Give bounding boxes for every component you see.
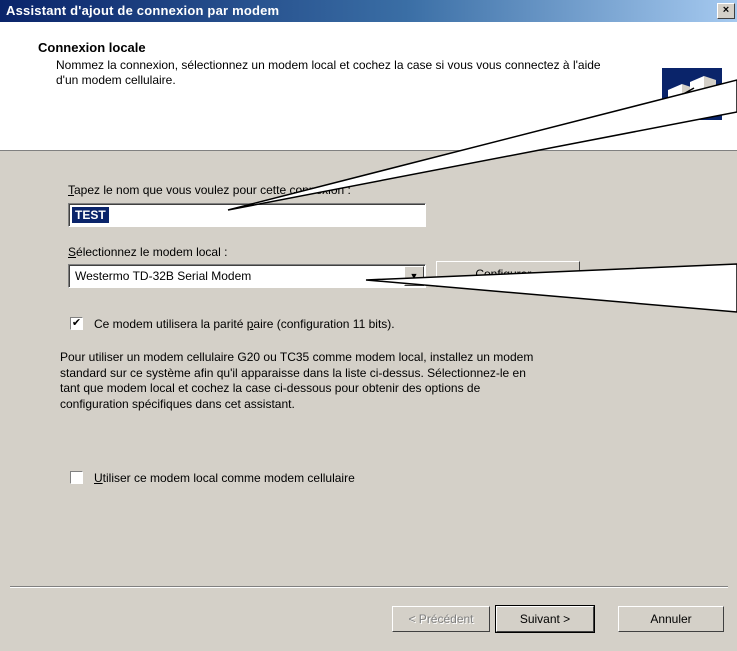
- close-button[interactable]: ×: [717, 3, 735, 19]
- cellular-checkbox-label[interactable]: Utiliser ce modem local comme modem cell…: [94, 471, 355, 485]
- network-connection-icon: [662, 68, 722, 120]
- previous-button[interactable]: < Précédent: [392, 606, 490, 632]
- modem-label-accesskey: S: [68, 245, 77, 259]
- modem-select[interactable]: Westermo TD-32B Serial Modem ▼: [68, 264, 426, 288]
- next-button-label: Suivant >: [519, 612, 571, 626]
- modem-select-value: Westermo TD-32B Serial Modem: [75, 269, 252, 283]
- modem-select-label: Sélectionnez le modem local :: [68, 245, 227, 259]
- next-button[interactable]: Suivant >: [495, 605, 595, 633]
- parity-checkbox-label[interactable]: Ce modem utilisera la parité paire (conf…: [94, 317, 395, 331]
- cellular-label-accesskey: U: [94, 471, 103, 485]
- parity-label-suffix: aire (configuration 11 bits).: [253, 317, 395, 331]
- cancel-button-label: Annuler: [650, 612, 692, 626]
- connection-name-input[interactable]: TEST: [68, 203, 426, 227]
- connection-name-label: Tapez le nom que vous voulez pour cette …: [68, 183, 351, 197]
- cellular-checkbox[interactable]: [70, 471, 83, 484]
- window-title: Assistant d'ajout de connexion par modem: [6, 3, 280, 18]
- header-subtitle: Nommez la connexion, sélectionnez un mod…: [56, 58, 601, 87]
- configure-button-label: Configurer...: [475, 267, 541, 281]
- previous-button-label: < Précédent: [408, 612, 474, 626]
- cancel-button[interactable]: Annuler: [618, 606, 724, 632]
- parity-checkbox[interactable]: ✔: [70, 317, 83, 330]
- connection-name-value: TEST: [72, 207, 109, 223]
- chevron-down-icon[interactable]: ▼: [404, 266, 424, 286]
- title-bar: Assistant d'ajout de connexion par modem…: [0, 0, 737, 22]
- header-title: Connexion locale: [38, 40, 146, 55]
- parity-label-prefix: Ce modem utilisera la parité: [94, 317, 247, 331]
- configure-button[interactable]: Configurer...: [436, 261, 580, 287]
- cellular-label-text: tiliser ce modem local comme modem cellu…: [102, 471, 355, 485]
- modem-label-text: électionnez le modem local :: [76, 245, 228, 259]
- checkmark-icon: ✔: [71, 317, 82, 329]
- close-icon: ×: [722, 4, 730, 16]
- cellular-info-text: Pour utiliser un modem cellulaire G20 ou…: [60, 350, 534, 411]
- footer-separator: [10, 586, 728, 588]
- name-label-text: apez le nom que vous voulez pour cette c…: [74, 183, 351, 197]
